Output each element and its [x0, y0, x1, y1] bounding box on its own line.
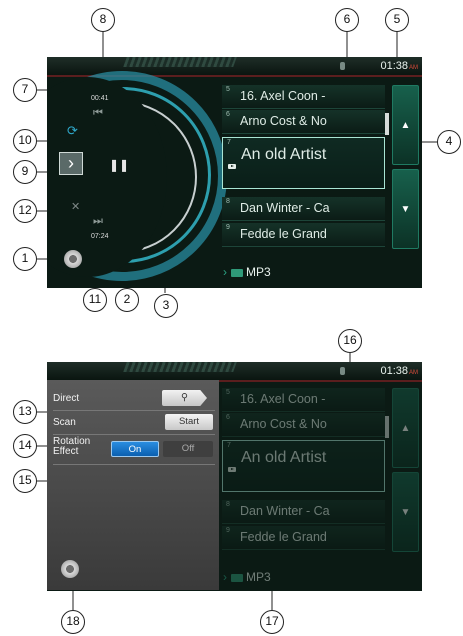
rotation-off-button[interactable]: Off: [163, 441, 213, 457]
callout-18: 18: [61, 610, 85, 634]
pause-button[interactable]: ❚❚: [109, 158, 129, 172]
folder-path[interactable]: › MP3: [223, 263, 271, 281]
list-item[interactable]: 6 Arno Cost & No: [222, 110, 385, 134]
callout-11: 11: [83, 288, 107, 312]
direct-label: Direct: [53, 393, 80, 404]
callout-10: 10: [13, 129, 37, 153]
list-item[interactable]: 9 Fedde le Grand: [222, 223, 385, 247]
callout-1: 1: [13, 247, 37, 271]
next-folder-button[interactable]: ›: [59, 152, 83, 175]
callout-8: 8: [91, 8, 115, 32]
scroll-up-button[interactable]: ▲: [392, 85, 419, 165]
next-track-icon[interactable]: ⏭: [93, 215, 103, 228]
total-time: 07:24: [91, 233, 109, 240]
list-item[interactable]: 8 Dan Winter - Ca: [222, 197, 385, 221]
callout-17: 17: [260, 610, 284, 634]
settings-gear-icon[interactable]: [61, 560, 79, 578]
scan-label: Scan: [53, 417, 76, 428]
rotation-label: Rotation Effect: [53, 436, 91, 457]
rotation-on-button[interactable]: On: [111, 441, 159, 457]
callout-6: 6: [335, 8, 359, 32]
scan-start-button[interactable]: Start: [165, 414, 213, 430]
callout-9: 9: [13, 160, 37, 184]
folder-path[interactable]: › MP3: [223, 568, 271, 586]
callout-7: 7: [13, 78, 37, 102]
repeat-icon[interactable]: ⟳: [67, 123, 78, 139]
list-item[interactable]: 5 16. Axel Coon -: [222, 388, 385, 412]
folder-icon: [231, 574, 243, 582]
callout-13: 13: [13, 400, 37, 424]
callout-16: 16: [338, 329, 362, 353]
callout-2: 2: [115, 288, 139, 312]
callout-15: 15: [13, 469, 37, 493]
status-indicator-icon: [340, 367, 345, 375]
list-scrollbar[interactable]: [385, 113, 389, 135]
clock: 01:38AM: [380, 60, 418, 72]
callout-4: 4: [437, 130, 461, 154]
track-list-dimmed: 5 16. Axel Coon - 6 Arno Cost & No 7 An old…: [219, 388, 419, 578]
status-indicator-icon: [340, 62, 345, 70]
callout-14: 14: [13, 434, 37, 458]
callout-5: 5: [385, 8, 409, 32]
list-item-selected[interactable]: 7 An old Artist: [222, 137, 385, 189]
previous-track-icon[interactable]: ⏮: [93, 107, 103, 120]
status-bar: 01:38AM: [47, 362, 422, 382]
scroll-down-button[interactable]: ▼: [392, 169, 419, 249]
settings-panel: Direct ⚲ Scan Start Rotation Effect On Of…: [47, 380, 219, 590]
folder-icon: [231, 269, 243, 277]
settings-gear-icon[interactable]: [64, 250, 82, 268]
now-playing-icon: [228, 164, 236, 169]
list-item[interactable]: 9 Fedde le Grand: [222, 526, 385, 550]
list-item[interactable]: 6 Arno Cost & No: [222, 413, 385, 437]
direct-row: Direct ⚲: [53, 388, 215, 411]
settings-screen: 01:38AM Direct ⚲ Scan Start Rotation Effe…: [47, 362, 422, 591]
direct-search-button[interactable]: ⚲: [162, 390, 207, 406]
callout-3: 3: [154, 294, 178, 318]
top-tab-decoration: [123, 362, 237, 372]
list-item-selected[interactable]: 7 An old Artist: [222, 440, 385, 492]
now-playing-icon: [228, 467, 236, 472]
callout-12: 12: [13, 199, 37, 223]
rotation-row: Rotation Effect On Off: [53, 436, 215, 465]
list-scrollbar[interactable]: [385, 416, 389, 438]
shuffle-icon[interactable]: ✕: [71, 200, 80, 213]
elapsed-time: 00:41: [91, 95, 109, 102]
player-screen: 01:38AM 00:41 07:24 ⏮ ⟳ › ❚❚ ✕ ⏭ 5 16. Ax…: [47, 57, 422, 288]
list-item[interactable]: 5 16. Axel Coon -: [222, 85, 385, 109]
list-item[interactable]: 8 Dan Winter - Ca: [222, 500, 385, 524]
track-list: 5 16. Axel Coon - 6 Arno Cost & No 7 An old…: [219, 85, 419, 275]
scan-row: Scan Start: [53, 412, 215, 435]
scroll-up-button[interactable]: ▲: [392, 388, 419, 468]
top-tab-decoration: [123, 57, 237, 67]
scroll-down-button[interactable]: ▼: [392, 472, 419, 552]
clock: 01:38AM: [380, 365, 418, 377]
